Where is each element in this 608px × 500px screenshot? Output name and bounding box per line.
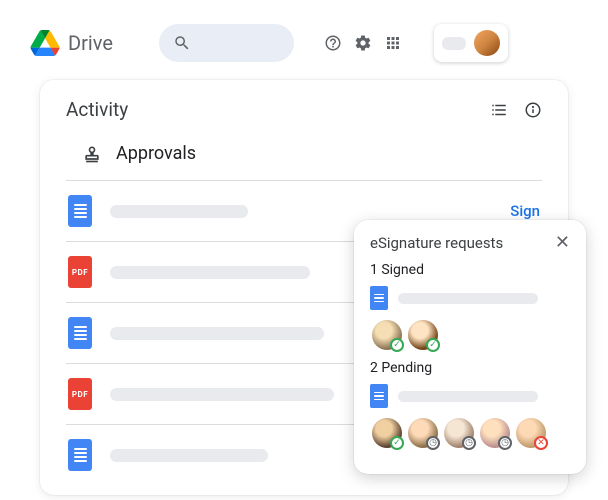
signer-avatar[interactable]: ✓ [372, 418, 402, 448]
account-chip[interactable] [434, 24, 508, 62]
search-input[interactable] [159, 24, 294, 62]
sign-link[interactable]: Sign [510, 202, 540, 220]
chip-placeholder [442, 37, 466, 50]
filename-placeholder [110, 449, 268, 462]
approvals-label: Approvals [116, 143, 196, 164]
help-icon[interactable] [324, 34, 342, 52]
settings-icon[interactable] [354, 34, 372, 52]
esign-title: eSignature requests [370, 234, 503, 252]
signer-avatar[interactable]: ◷ [408, 418, 438, 448]
signer-avatar[interactable]: ✕ [516, 418, 546, 448]
filename-placeholder [398, 293, 538, 304]
status-clock-icon: ◷ [498, 436, 512, 450]
approvals-stamp-icon [82, 144, 102, 164]
status-clock-icon: ◷ [462, 436, 476, 450]
search-icon [173, 34, 191, 52]
app-name: Drive [68, 31, 113, 55]
signer-avatar[interactable]: ✓ [372, 320, 402, 350]
pdf-icon: PDF [68, 256, 92, 288]
signed-file-row[interactable] [370, 286, 570, 310]
pending-status-label: 2 Pending [370, 360, 570, 376]
status-check-icon: ✓ [390, 436, 404, 450]
pdf-icon: PDF [68, 378, 92, 410]
filename-placeholder [110, 266, 310, 279]
signer-avatar[interactable]: ✓ [408, 320, 438, 350]
docs-icon [370, 384, 388, 408]
signer-avatar[interactable]: ◷ [480, 418, 510, 448]
list-view-icon[interactable] [490, 101, 508, 119]
user-avatar [474, 30, 500, 56]
docs-icon [68, 195, 92, 227]
filename-placeholder [110, 388, 334, 401]
drive-logo-area[interactable]: Drive [30, 30, 113, 56]
status-x-icon: ✕ [534, 436, 548, 450]
activity-title: Activity [66, 98, 128, 121]
status-clock-icon: ◷ [426, 436, 440, 450]
esignature-panel: eSignature requests ✕ 1 Signed ✓ ✓ 2 Pend… [354, 220, 586, 474]
filename-placeholder [110, 205, 248, 218]
docs-icon [68, 317, 92, 349]
docs-icon [370, 286, 388, 310]
status-check-icon: ✓ [426, 338, 440, 352]
docs-icon [68, 439, 92, 471]
signer-avatar[interactable]: ◷ [444, 418, 474, 448]
filename-placeholder [398, 391, 538, 402]
status-check-icon: ✓ [390, 338, 404, 352]
close-icon[interactable]: ✕ [555, 234, 570, 252]
signed-status-label: 1 Signed [370, 262, 570, 278]
filename-placeholder [110, 327, 324, 340]
drive-logo-icon [30, 30, 60, 56]
apps-icon[interactable] [384, 34, 402, 52]
pending-file-row[interactable] [370, 384, 570, 408]
info-icon[interactable] [524, 101, 542, 119]
